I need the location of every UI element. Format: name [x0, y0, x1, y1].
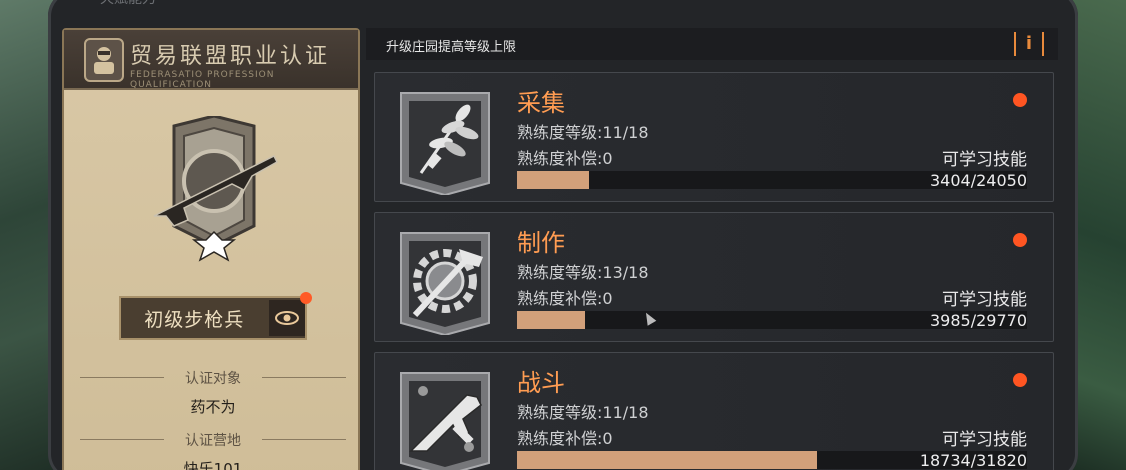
panel-header: 升级庄园提高等级上限 i — [366, 28, 1058, 60]
panel-header-text: 升级庄园提高等级上限 — [386, 40, 517, 55]
rank-title-box[interactable]: 初级步枪兵 — [119, 296, 307, 340]
camp-value: 快乐101 — [183, 460, 243, 470]
certificate-badge-icon — [84, 38, 124, 82]
skill-compensation: 熟练度补偿:0 — [517, 149, 613, 168]
proficiency-bar-fill — [517, 451, 818, 469]
learnable-skill-link[interactable]: 可学习技能 — [942, 425, 1027, 450]
proficiency-bar-fill — [517, 311, 586, 329]
learnable-skill-link[interactable]: 可学习技能 — [942, 285, 1027, 310]
camp-label: 认证营地 — [78, 430, 348, 450]
skill-level: 熟练度等级:11/18 — [517, 403, 649, 422]
learnable-skill-link[interactable]: 可学习技能 — [942, 145, 1027, 170]
leaf-bundle-icon — [400, 92, 490, 195]
info-icon[interactable]: i — [1014, 32, 1044, 56]
gear-hammer-icon — [400, 232, 490, 335]
card-header: 贸易联盟职业认证 FEDERASATIO PROFESSION QUALIFIC… — [64, 30, 358, 90]
smg-icon — [400, 372, 490, 470]
proficiency-progress-text: 3985/29770 — [929, 311, 1027, 330]
skill-name: 采集 — [517, 89, 565, 117]
proficiency-bar-fill — [517, 171, 590, 189]
skill-name: 制作 — [517, 229, 565, 257]
proficiency-progress-text: 18734/31820 — [919, 451, 1027, 470]
card-title: 贸易联盟职业认证 — [130, 44, 331, 69]
skill-compensation: 熟练度补偿:0 — [517, 429, 613, 448]
target-label: 认证对象 — [78, 368, 348, 388]
eye-icon[interactable] — [269, 300, 305, 336]
skill-name: 战斗 — [517, 369, 565, 397]
proficiency-progress-text: 3404/24050 — [929, 171, 1027, 190]
rank-title: 初级步枪兵 — [144, 308, 245, 331]
card-subtitle: FEDERASATIO PROFESSION QUALIFICATION — [130, 70, 275, 90]
skill-card-combat[interactable]: 战斗 熟练度等级:11/18 熟练度补偿:0 可学习技能 18734/31820 — [374, 352, 1054, 470]
skill-notification-dot — [1013, 233, 1027, 247]
rank-notification-dot — [300, 292, 312, 304]
skill-level: 熟练度等级:13/18 — [517, 263, 649, 282]
rifle-emblem-icon — [153, 116, 278, 262]
skill-card-gathering[interactable]: 采集 熟练度等级:11/18 熟练度补偿:0 可学习技能 3404/24050 — [374, 72, 1054, 202]
certification-card: 贸易联盟职业认证 FEDERASATIO PROFESSION QUALIFIC… — [62, 28, 360, 470]
skill-notification-dot — [1013, 93, 1027, 107]
skill-compensation: 熟练度补偿:0 — [517, 289, 613, 308]
skill-level: 熟练度等级:11/18 — [517, 123, 649, 142]
top-left-ghost-text: 天赋能力 — [100, 0, 156, 8]
skill-card-crafting[interactable]: 制作 熟练度等级:13/18 熟练度补偿:0 可学习技能 3985/29770 — [374, 212, 1054, 342]
target-value: 药不为 — [190, 398, 236, 416]
skill-notification-dot — [1013, 373, 1027, 387]
